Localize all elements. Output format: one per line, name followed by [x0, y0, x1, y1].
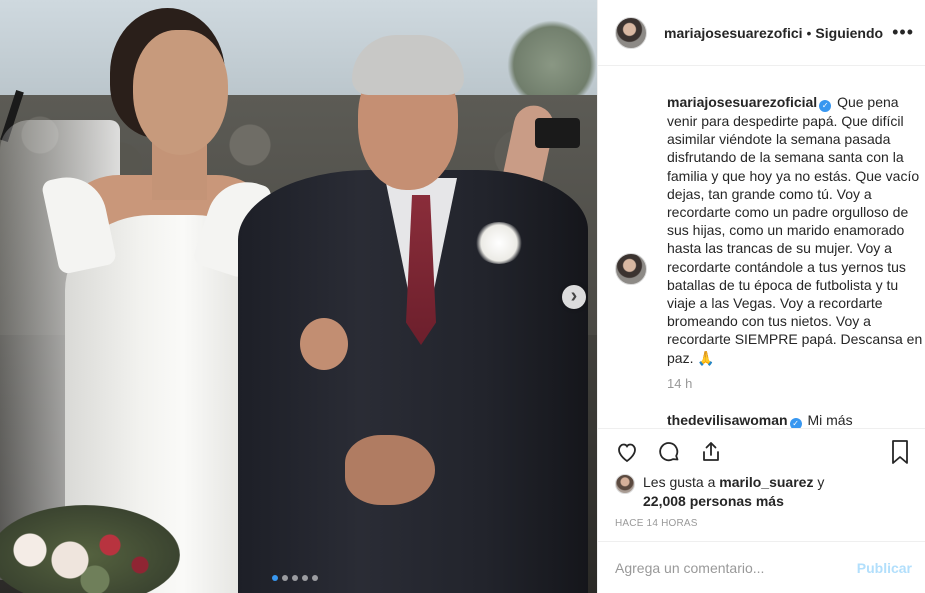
action-icons [614, 439, 724, 465]
photo-boutonniere [474, 222, 524, 264]
photo-sky [0, 0, 597, 105]
carousel-dot [292, 575, 298, 581]
carousel-dots [272, 575, 318, 581]
verified-badge-icon: ✓ [789, 418, 802, 428]
comment-button[interactable] [656, 439, 682, 465]
caption-text: Que pena venir para despedirte papá. Que… [667, 94, 923, 366]
next-comment-text: Mi más [807, 412, 853, 428]
photo-bride-hand [300, 318, 348, 370]
photo-bride-face [133, 30, 228, 155]
header-separator: • [806, 24, 812, 41]
carousel-dot [272, 575, 278, 581]
likes-summary: Les gusta a marilo_suarez y 22,008 perso… [615, 473, 824, 510]
more-options-icon[interactable]: ••• [892, 22, 914, 43]
carousel-dot [312, 575, 318, 581]
photo-father-hand [345, 435, 435, 505]
share-button[interactable] [698, 439, 724, 465]
post-photo[interactable]: › [0, 0, 597, 593]
photo-background-phone [535, 118, 580, 148]
carousel-next-button[interactable]: › [562, 285, 586, 309]
post-header: mariajosesuarezofici • Siguiendo ••• [598, 0, 925, 66]
likes-prefix: Les gusta a [643, 474, 716, 490]
caption-avatar[interactable] [615, 253, 647, 285]
photo-father-hair [352, 35, 464, 95]
caption-body: mariajosesuarezoficial ✓ Que pena venir p… [667, 93, 925, 367]
avatar[interactable] [615, 16, 647, 49]
actions-section: Les gusta a marilo_suarez y 22,008 perso… [598, 428, 925, 541]
next-comment-username-link[interactable]: thedevilisawoman [667, 412, 788, 428]
following-button[interactable]: Siguiendo [815, 25, 883, 41]
like-button[interactable] [614, 439, 640, 465]
save-button[interactable] [888, 439, 914, 465]
caption-username-link[interactable]: mariajosesuarezoficial [667, 94, 817, 110]
next-comment-preview: thedevilisawoman ✓ Mi más [667, 412, 853, 428]
share-icon [703, 442, 719, 461]
verified-badge-icon: ✓ [819, 100, 832, 112]
liker-avatar[interactable] [615, 474, 635, 494]
add-comment-bar: Publicar [598, 541, 925, 593]
chevron-right-icon: › [570, 285, 578, 307]
header-username-link[interactable]: mariajosesuarezofici [664, 25, 803, 41]
comment-input[interactable] [615, 559, 857, 576]
liker-username-link[interactable]: marilo_suarez [719, 474, 813, 490]
comments-list[interactable]: mariajosesuarezoficial ✓ Que pena venir p… [598, 66, 925, 428]
likes-count[interactable]: 22,008 personas más [643, 493, 784, 509]
post-side-panel: mariajosesuarezofici • Siguiendo ••• mar… [597, 0, 925, 593]
caption-timestamp[interactable]: 14 h [667, 376, 692, 391]
bookmark-icon [892, 440, 908, 464]
carousel-dot [302, 575, 308, 581]
carousel-dot [282, 575, 288, 581]
comment-icon [659, 442, 679, 462]
publish-button[interactable]: Publicar [857, 560, 912, 576]
heart-icon [618, 443, 636, 463]
likes-conjunction: y [817, 474, 825, 490]
likes-text[interactable]: Les gusta a marilo_suarez y 22,008 perso… [643, 473, 824, 510]
post-time-ago[interactable]: HACE 14 HORAS [615, 518, 698, 529]
